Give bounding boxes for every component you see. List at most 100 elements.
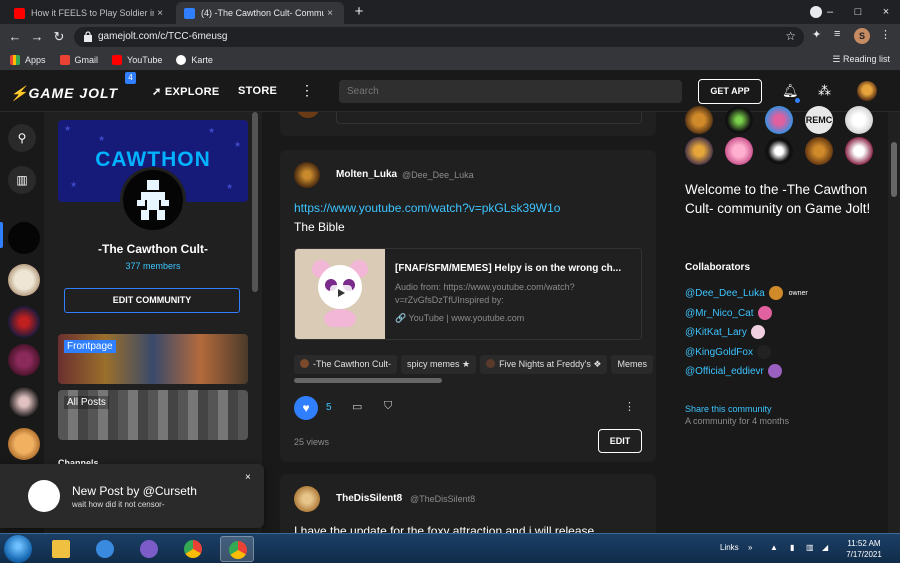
network-icon[interactable]: ▥	[806, 543, 814, 552]
tray-expand-icon[interactable]: »	[748, 543, 752, 552]
collaborator-name[interactable]: @KingGoldFox	[685, 347, 753, 358]
start-button[interactable]	[4, 535, 32, 563]
tag-spicy-memes[interactable]: spicy memes ★	[401, 355, 477, 374]
share-community-link[interactable]: Share this community	[685, 404, 772, 414]
collaborator-item[interactable]: @Dee_Dee_Luka owner	[685, 286, 808, 300]
get-app-button[interactable]: GET APP	[698, 79, 762, 104]
tags-scrollbar[interactable]	[294, 378, 442, 383]
menu-dots-icon[interactable]: ⋮	[880, 28, 891, 41]
browser-tab-gamejolt[interactable]: (4) -The Cawthon Cult- Commu ×	[176, 2, 344, 24]
sticker-icon[interactable]: ⛉	[384, 400, 392, 413]
previous-post-card[interactable]	[280, 112, 656, 136]
sidebar-scrollbar[interactable]	[252, 112, 258, 292]
tray-icon[interactable]: ▲	[770, 543, 778, 552]
rail-community-4[interactable]	[8, 344, 40, 376]
taskbar-viber[interactable]	[132, 536, 166, 562]
collaborator-item[interactable]: @Official_eddievr	[685, 364, 782, 378]
library-icon[interactable]: ▥	[8, 166, 36, 194]
member-avatar[interactable]	[685, 137, 713, 165]
tag-fnaf[interactable]: Five Nights at Freddy's ❖	[480, 355, 608, 374]
user-avatar[interactable]	[857, 81, 877, 101]
collaborator-name[interactable]: @Dee_Dee_Luka	[685, 288, 765, 299]
like-heart-icon[interactable]: ♥	[294, 396, 318, 420]
reload-icon[interactable]: ↻	[50, 28, 68, 46]
tag-memes[interactable]: Memes	[611, 355, 653, 374]
collaborator-item[interactable]: @Mr_Nico_Cat	[685, 306, 772, 320]
bookmark-karte[interactable]: Karte	[176, 55, 213, 65]
nav-explore[interactable]: ➚ EXPLORE	[152, 85, 220, 98]
post-options-icon[interactable]: ⋮	[624, 400, 635, 413]
collaborator-item[interactable]: @KitKat_Lary	[685, 325, 765, 339]
gamejolt-logo[interactable]: ⚡GAME JOLT	[10, 85, 118, 102]
links-toolbar[interactable]: Links	[720, 543, 739, 552]
member-avatar[interactable]	[805, 137, 833, 165]
address-bar[interactable]: gamejolt.com/c/TCC-6meusg ☆	[74, 27, 804, 47]
member-avatar[interactable]: REMC	[805, 106, 833, 134]
collaborator-item[interactable]: @KingGoldFox	[685, 345, 771, 359]
rail-community-5[interactable]	[8, 386, 40, 418]
taskbar-chrome[interactable]	[176, 536, 210, 562]
member-avatar[interactable]	[765, 106, 793, 134]
page-scrollbar-thumb[interactable]	[891, 142, 897, 197]
member-avatar[interactable]	[725, 106, 753, 134]
member-avatar[interactable]	[845, 106, 873, 134]
member-avatar[interactable]	[765, 137, 793, 165]
collaborator-name[interactable]: @Official_eddievr	[685, 366, 764, 377]
rail-community-cawthon[interactable]	[8, 222, 40, 254]
bookmark-gmail[interactable]: Gmail	[59, 55, 98, 65]
toast-close-icon[interactable]: ×	[245, 472, 251, 483]
volume-icon[interactable]: ◢	[822, 543, 828, 552]
extensions-icon[interactable]: ✦	[812, 28, 821, 41]
bookmark-apps[interactable]: Apps	[10, 55, 46, 65]
tab-close-icon[interactable]: ×	[324, 8, 336, 19]
rail-community-6[interactable]	[8, 428, 40, 460]
new-tab-button[interactable]: +	[350, 3, 368, 21]
post-author-avatar[interactable]	[294, 486, 320, 512]
edit-post-button[interactable]: EDIT	[598, 429, 642, 453]
media-icon[interactable]: ≡	[834, 28, 840, 40]
edit-community-button[interactable]: EDIT COMMUNITY	[64, 288, 240, 313]
taskbar-chrome-active[interactable]	[220, 536, 254, 562]
back-icon[interactable]: ←	[6, 28, 24, 46]
maximize-button[interactable]: □	[844, 6, 872, 18]
bookmark-youtube[interactable]: YouTube	[112, 55, 162, 65]
post-author-avatar[interactable]	[294, 162, 320, 188]
like-count[interactable]: 5	[326, 402, 332, 413]
tag-community[interactable]: -The Cawthon Cult-	[294, 355, 398, 374]
more-menu-icon[interactable]: ⋮	[300, 82, 314, 99]
member-count-link[interactable]: 377 members	[44, 261, 262, 271]
close-window-button[interactable]: ×	[872, 6, 900, 18]
post-link[interactable]: https://www.youtube.com/watch?v=pkGLsk39…	[294, 201, 560, 215]
comment-icon[interactable]: ▭	[352, 400, 362, 413]
rail-community-3[interactable]	[8, 306, 40, 338]
channel-all-posts[interactable]: All Posts	[58, 390, 248, 440]
browser-tab-youtube[interactable]: How it FEELS to Play Soldier in TF2 ×	[6, 2, 174, 24]
member-avatar[interactable]	[845, 137, 873, 165]
search-input[interactable]	[339, 80, 682, 103]
minimize-button[interactable]: –	[816, 6, 844, 18]
taskbar-ie[interactable]	[88, 536, 122, 562]
forward-icon[interactable]: →	[28, 28, 46, 46]
new-post-toast[interactable]: New Post by @Curseth wait how did it not…	[0, 464, 264, 528]
tray-icon[interactable]: ▮	[790, 543, 794, 552]
post-author-name[interactable]: TheDisSilent8	[336, 493, 402, 504]
member-avatar[interactable]	[725, 137, 753, 165]
friends-icon[interactable]: ⁂	[818, 83, 831, 99]
member-avatar[interactable]	[685, 106, 713, 134]
play-icon[interactable]	[330, 285, 352, 301]
tab-close-icon[interactable]: ×	[154, 8, 166, 19]
notifications-bell-icon[interactable]: 🔔︎	[782, 83, 799, 99]
collaborator-name[interactable]: @Mr_Nico_Cat	[685, 308, 754, 319]
activity-icon[interactable]: ⚲	[8, 124, 36, 152]
bookmark-star-icon[interactable]: ☆	[785, 29, 796, 43]
taskbar-explorer[interactable]	[44, 536, 78, 562]
rail-community-2[interactable]	[8, 264, 40, 296]
page-scrollbar[interactable]	[888, 112, 900, 533]
profile-avatar[interactable]: S	[854, 28, 870, 44]
channel-frontpage[interactable]: Frontpage	[58, 334, 248, 384]
collaborator-name[interactable]: @KitKat_Lary	[685, 327, 747, 338]
reading-list-button[interactable]: ☰ Reading list	[832, 54, 890, 65]
system-clock[interactable]: 11:52 AM 7/17/2021	[836, 538, 892, 560]
nav-store[interactable]: STORE	[238, 85, 277, 97]
post-author-name[interactable]: Molten_Luka	[336, 169, 397, 180]
